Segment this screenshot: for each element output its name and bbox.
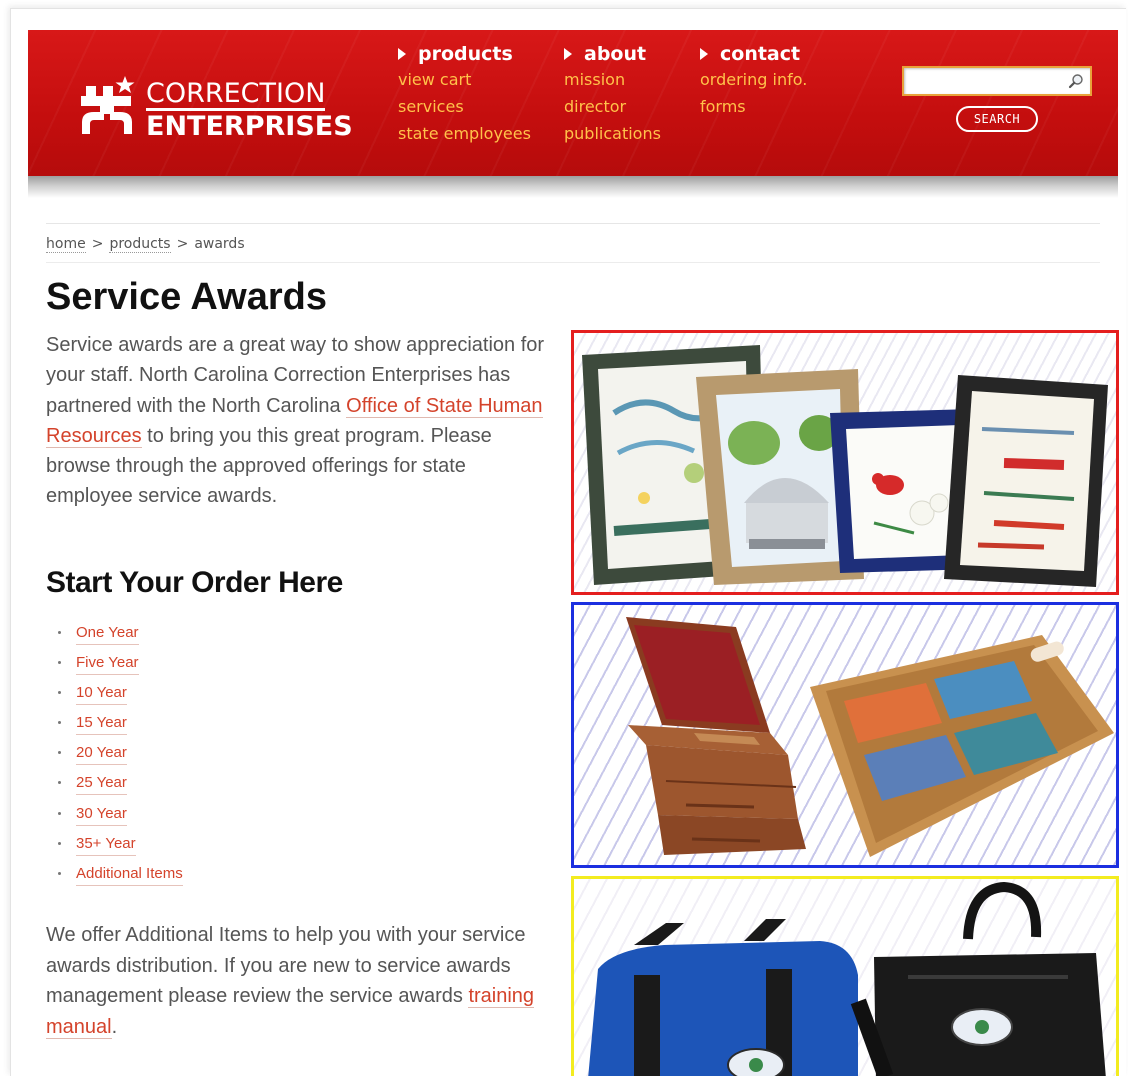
jewelry-box: [626, 617, 806, 855]
breadcrumb-divider-top: [46, 223, 1100, 224]
jewelry-box-tray-image: [626, 617, 1114, 857]
site-header: CORRECTION ENTERPRISES products view car…: [28, 30, 1118, 176]
serving-tray: [810, 635, 1114, 857]
breadcrumb-separator: >: [176, 236, 189, 252]
nav-contact: contact ordering info. forms: [700, 42, 807, 120]
order-link-25-year[interactable]: 25 Year: [76, 772, 127, 796]
nav-link-publications[interactable]: publications: [564, 120, 661, 147]
bags-image: [588, 881, 1106, 1076]
nav-link-services[interactable]: services: [398, 93, 531, 120]
page-title: Service Awards: [46, 276, 327, 318]
order-link-five-year[interactable]: Five Year: [76, 652, 139, 676]
nav-products-heading[interactable]: products: [398, 42, 531, 66]
nav-about-label: about: [584, 43, 647, 65]
intro-paragraph: Service awards are a great way to show a…: [46, 330, 546, 512]
triangle-right-icon: [564, 48, 572, 60]
order-link-30-year[interactable]: 30 Year: [76, 803, 127, 826]
nav-link-state-employees[interactable]: state employees: [398, 120, 531, 147]
search-button[interactable]: SEARCH: [956, 106, 1038, 132]
header-shadow: [28, 176, 1118, 198]
nav-link-forms[interactable]: forms: [700, 93, 807, 120]
nav-link-view-cart[interactable]: view cart: [398, 66, 531, 93]
breadcrumb-separator: >: [91, 236, 104, 252]
triangle-right-icon: [700, 48, 708, 60]
logo-figure-icon: [81, 76, 135, 134]
framed-prints-panel[interactable]: [571, 330, 1119, 595]
search-input[interactable]: [902, 66, 1092, 96]
bags-panel[interactable]: [571, 876, 1119, 1076]
order-link-additional-items[interactable]: Additional Items: [76, 863, 183, 886]
outro-paragraph: We offer Additional Items to help you wi…: [46, 920, 546, 1042]
nav-link-director[interactable]: director: [564, 93, 661, 120]
order-link-10-year[interactable]: 10 Year: [76, 682, 127, 706]
logo-line-1: CORRECTION: [146, 78, 326, 111]
order-link-35-plus-year[interactable]: 35+ Year: [76, 833, 136, 856]
jewelry-box-tray-panel[interactable]: [571, 602, 1119, 868]
bullet-icon: [58, 871, 61, 875]
black-messenger-bag: [850, 881, 1106, 1076]
order-link-20-year[interactable]: 20 Year: [76, 742, 127, 766]
nav-link-mission[interactable]: mission: [564, 66, 661, 93]
breadcrumb-products[interactable]: products: [109, 236, 171, 253]
outro-text-end: .: [111, 1015, 118, 1038]
nav-contact-label: contact: [720, 43, 801, 65]
nav-link-ordering-info[interactable]: ordering info.: [700, 66, 807, 93]
breadcrumb-home[interactable]: home: [46, 236, 86, 253]
site-logo[interactable]: CORRECTION ENTERPRISES: [78, 40, 353, 150]
bullet-icon: [58, 841, 61, 845]
logo-wordmark: CORRECTION ENTERPRISES: [146, 80, 353, 140]
nav-products: products view cart services state employ…: [398, 42, 531, 147]
outro-text: We offer Additional Items to help you wi…: [46, 924, 526, 1007]
order-heading: Start Your Order Here: [46, 566, 343, 599]
triangle-right-icon: [398, 48, 406, 60]
order-link-one-year[interactable]: One Year: [76, 622, 139, 645]
nav-products-label: products: [418, 43, 513, 65]
nav-about-heading[interactable]: about: [564, 42, 661, 66]
nav-contact-heading[interactable]: contact: [700, 42, 807, 66]
magnifier-icon[interactable]: [1068, 73, 1084, 89]
blue-duffel-bag: [588, 919, 858, 1076]
bullet-icon: [58, 631, 61, 634]
bullet-icon: [58, 811, 61, 815]
framed-print-shine: [944, 375, 1108, 587]
logo-line-2: ENTERPRISES: [146, 111, 353, 142]
order-link-15-year[interactable]: 15 Year: [76, 712, 127, 736]
nav-about: about mission director publications: [564, 42, 661, 147]
breadcrumb-divider-bottom: [46, 262, 1100, 263]
breadcrumb-current: awards: [194, 236, 245, 252]
breadcrumb: home > products > awards: [46, 236, 245, 253]
framed-prints-image: [582, 345, 1108, 587]
